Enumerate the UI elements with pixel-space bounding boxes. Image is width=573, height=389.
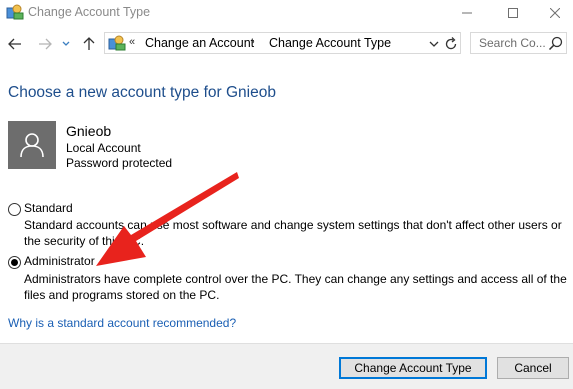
breadcrumb-change-an-account[interactable]: Change an Account [145, 36, 254, 50]
recent-locations-button[interactable] [60, 34, 72, 54]
search-box[interactable]: Search Co... [470, 32, 567, 54]
minimize-button[interactable] [444, 0, 490, 26]
close-button[interactable] [536, 0, 573, 26]
maximize-icon [508, 8, 518, 18]
dropdown-chevron-icon[interactable] [427, 37, 441, 51]
administrator-description: Administrators have complete control ove… [24, 272, 567, 302]
footer-bar: Change Account Type Cancel [0, 343, 573, 389]
administrator-option-label[interactable]: Administrator [24, 254, 95, 268]
account-type-label: Local Account [66, 141, 141, 155]
up-arrow-icon [83, 37, 95, 50]
why-standard-account-link[interactable]: Why is a standard account recommended? [8, 316, 236, 330]
breadcrumb-change-account-type[interactable]: Change Account Type [269, 36, 391, 50]
search-input[interactable]: Search Co... [479, 36, 546, 50]
control-panel-icon [6, 4, 24, 20]
forward-button[interactable] [36, 34, 54, 54]
refresh-icon[interactable] [443, 36, 459, 52]
control-panel-icon [108, 35, 126, 51]
back-arrow-icon [8, 38, 21, 50]
user-avatar-icon [20, 133, 44, 158]
change-account-type-button[interactable]: Change Account Type [339, 357, 487, 379]
breadcrumb-overflow-chevron[interactable]: « [129, 36, 135, 48]
standard-radio[interactable] [8, 203, 21, 216]
cancel-button[interactable]: Cancel [497, 357, 569, 379]
maximize-button[interactable] [490, 0, 536, 26]
title-bar: Change Account Type [0, 0, 573, 26]
password-status: Password protected [66, 156, 173, 170]
close-icon [549, 8, 560, 18]
minimize-icon [462, 12, 472, 14]
up-button[interactable] [80, 34, 98, 54]
forward-arrow-icon [39, 38, 52, 50]
breadcrumb-separator[interactable]: › [251, 36, 255, 48]
radio-selected-dot [11, 259, 18, 266]
navigation-bar: « Change an Account › Change Account Typ… [0, 28, 573, 60]
window-title: Change Account Type [28, 5, 151, 19]
back-button[interactable] [6, 34, 24, 54]
standard-description: Standard accounts can use most software … [24, 218, 562, 248]
recent-chevron-icon [62, 41, 70, 46]
page-title: Choose a new account type for Gnieob [8, 84, 276, 101]
search-icon[interactable] [548, 36, 563, 51]
administrator-radio[interactable] [8, 256, 21, 269]
user-name: Gnieob [66, 123, 112, 139]
avatar [8, 121, 56, 169]
standard-option-label[interactable]: Standard [24, 201, 73, 215]
address-bar[interactable]: « Change an Account › Change Account Typ… [104, 32, 461, 54]
